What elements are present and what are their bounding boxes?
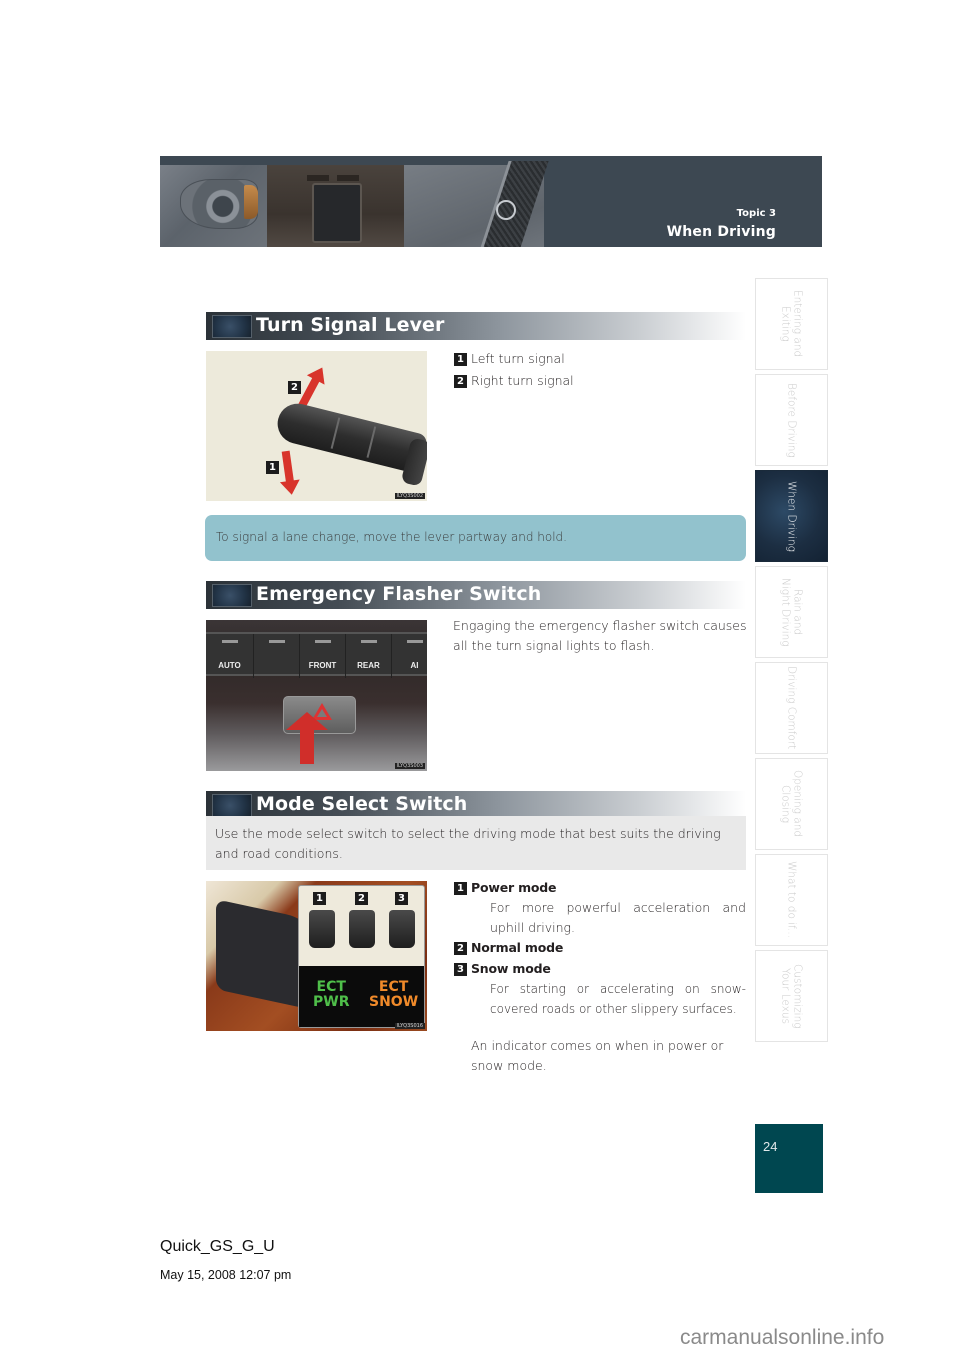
turn-signal-list: 1 Left turn signal 2 Right turn signal [454, 348, 574, 392]
callout-badge: 1 [266, 461, 279, 474]
tab-label: Driving Comfort [785, 666, 798, 750]
item-label: Left turn signal [471, 351, 565, 366]
switch-snow [389, 910, 415, 948]
page-number: 24 [763, 1139, 778, 1154]
section-title: When Driving [666, 224, 776, 240]
flasher-description: Engaging the emergency flasher switch ca… [453, 618, 747, 653]
lexus-emblem-icon [496, 200, 516, 220]
image-code: ILYQ3S002 [394, 493, 425, 499]
section-chip-icon [212, 584, 252, 607]
turn-signal-lever-image: 2 1 ILYQ3S002 [206, 351, 427, 501]
flasher-heading: Emergency Flasher Switch [206, 581, 746, 609]
push-arrow-icon [286, 712, 328, 764]
indicator-line: PWR [313, 994, 350, 1010]
switch-power [309, 910, 335, 948]
print-timestamp: May 15, 2008 12:07 pm [160, 1268, 292, 1282]
lever-stalk [273, 399, 427, 475]
tip-text: To signal a lane change, move the lever … [216, 530, 567, 544]
tab-customizing-your-lexus[interactable]: Customizing Your Lexus [755, 950, 828, 1042]
item-description: For starting or accelerating on snow-cov… [490, 982, 746, 1016]
list-item: 1 Left turn signal [454, 348, 574, 370]
climate-panel: AUTO FRONT REAR AI [206, 632, 427, 678]
section-chip-icon [212, 315, 252, 338]
image-code: ILYQ3S003 [394, 763, 425, 769]
mode-select-image: 1 2 3 ECT PWR ECT SNOW ILYQ3S016 [206, 881, 427, 1031]
section-heading-text: Mode Select Switch [256, 793, 468, 815]
tab-label: Before Driving [785, 382, 798, 458]
tip-box: To signal a lane change, move the lever … [205, 515, 746, 561]
panel-key: REAR [346, 634, 392, 678]
tab-what-to-do-if[interactable]: What to do if... [755, 854, 828, 946]
switch-inset: 1 2 3 ECT PWR ECT SNOW [298, 885, 425, 1028]
panel-key: FRONT [300, 634, 346, 678]
section-heading-text: Turn Signal Lever [256, 314, 445, 336]
tab-label: Entering and Exiting [779, 290, 804, 358]
tab-label: Customizing Your Lexus [779, 963, 804, 1029]
callout-badge: 2 [355, 892, 368, 905]
list-item-snow-mode: 3 Snow mode [454, 959, 746, 979]
tab-rain-and-night-driving[interactable]: Rain and Night Driving [755, 566, 828, 658]
list-item-power-mode: 1 Power mode [454, 878, 746, 898]
item-label: Power mode [471, 880, 557, 895]
indicator-line: ECT [316, 979, 346, 995]
dashboard-photo [267, 165, 404, 247]
grille-photo [404, 161, 549, 247]
mode-select-intro: Use the mode select switch to select the… [215, 826, 721, 861]
page-number-box: 24 [755, 1124, 823, 1193]
tab-label: When Driving [785, 480, 798, 552]
section-heading-text: Emergency Flasher Switch [256, 583, 542, 605]
tab-opening-and-closing[interactable]: Opening and Closing [755, 758, 828, 850]
list-item-normal-mode: 2 Normal mode [454, 938, 746, 958]
mode-select-heading: Mode Select Switch [206, 791, 746, 819]
number-badge: 1 [454, 881, 467, 895]
arrow-down-icon [281, 450, 295, 486]
indicator-display: ECT PWR ECT SNOW [299, 966, 424, 1027]
document-id: Quick_GS_G_U [160, 1238, 275, 1255]
indicator-line: ECT [378, 979, 409, 995]
mode-select-intro-box: Use the mode select switch to select the… [206, 816, 746, 870]
panel-key: AI [392, 634, 427, 678]
section-chip-icon [212, 794, 252, 817]
callout-badge: 2 [288, 381, 301, 394]
ect-snow-indicator: ECT SNOW [369, 980, 418, 1010]
number-badge: 3 [454, 962, 467, 976]
tab-label: Rain and Night Driving [779, 577, 804, 647]
number-badge: 2 [454, 374, 467, 388]
indicator-line: SNOW [369, 994, 419, 1010]
emergency-flasher-image: AUTO FRONT REAR AI ILYQ3S003 [206, 620, 427, 771]
item-label: Snow mode [471, 961, 551, 976]
tab-when-driving[interactable]: When Driving [755, 470, 828, 562]
callout-badge: 1 [313, 892, 326, 905]
watermark-link[interactable]: carmanualsonline.info [680, 1326, 884, 1350]
list-item: 2 Right turn signal [454, 370, 574, 392]
topic-label: Topic 3 [736, 208, 776, 219]
tab-label: What to do if... [785, 861, 798, 939]
topic-banner: Topic 3 When Driving [160, 156, 822, 247]
tab-label: Opening and Closing [779, 770, 804, 838]
item-label: Normal mode [471, 940, 564, 955]
switch-normal [349, 910, 375, 948]
ect-pwr-indicator: ECT PWR [313, 980, 349, 1010]
headlight-photo [160, 165, 267, 247]
number-badge: 2 [454, 941, 467, 955]
item-description: For more powerful acceleration and uphil… [490, 900, 746, 935]
panel-key-airflow-icon [254, 634, 300, 678]
turn-signal-heading: Turn Signal Lever [206, 312, 746, 340]
number-badge: 1 [454, 352, 467, 366]
indicator-note: An indicator comes on when in power or s… [471, 1038, 724, 1073]
tab-driving-comfort[interactable]: Driving Comfort [755, 662, 828, 754]
tab-entering-and-exiting[interactable]: Entering and Exiting [755, 278, 828, 370]
tab-before-driving[interactable]: Before Driving [755, 374, 828, 466]
mode-list: 1 Power mode For more powerful accelerat… [454, 878, 746, 1076]
image-code: ILYQ3S016 [394, 1023, 425, 1029]
callout-badge: 3 [395, 892, 408, 905]
item-label: Right turn signal [471, 373, 574, 388]
panel-key: AUTO [206, 634, 254, 678]
